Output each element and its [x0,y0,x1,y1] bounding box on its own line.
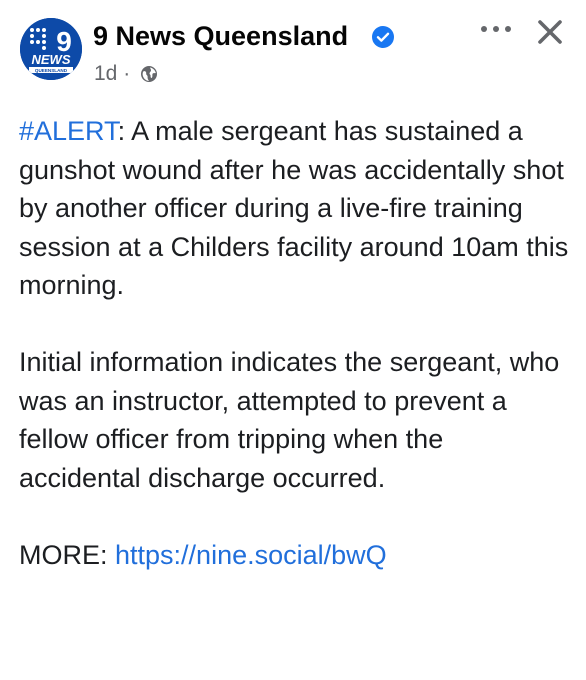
more-label: MORE: [19,539,116,570]
post-paragraph-3: MORE: https://nine.social/bwQ [19,536,569,575]
verified-badge-icon [372,26,394,48]
page-avatar[interactable]: 9 NEWS QUEENSLAND [20,18,82,80]
close-button[interactable] [532,14,568,50]
svg-text:QUEENSLAND: QUEENSLAND [35,68,68,73]
hashtag-link[interactable]: #ALERT [19,116,118,146]
post-timestamp[interactable]: 1d [94,62,117,85]
post-meta: 1d · [94,60,158,88]
more-options-button[interactable] [476,14,516,44]
post-text: #ALERT: A male sergeant has sustained a … [19,112,569,574]
page-name-link[interactable]: 9 News Queensland [93,18,348,54]
paragraph-2-text: Initial information indicates the sergea… [19,347,560,493]
svg-text:NEWS: NEWS [32,52,71,67]
external-link[interactable]: https://nine.social/bwQ [115,540,387,570]
post-header: 9 NEWS QUEENSLAND 9 News Queensland 1d · [0,0,586,100]
post-paragraph-1: #ALERT: A male sergeant has sustained a … [19,112,569,305]
nine-news-logo-icon: 9 NEWS QUEENSLAND [20,18,82,80]
post-paragraph-2: Initial information indicates the sergea… [19,343,569,497]
globe-icon [141,66,158,82]
meta-separator: · [117,62,137,85]
